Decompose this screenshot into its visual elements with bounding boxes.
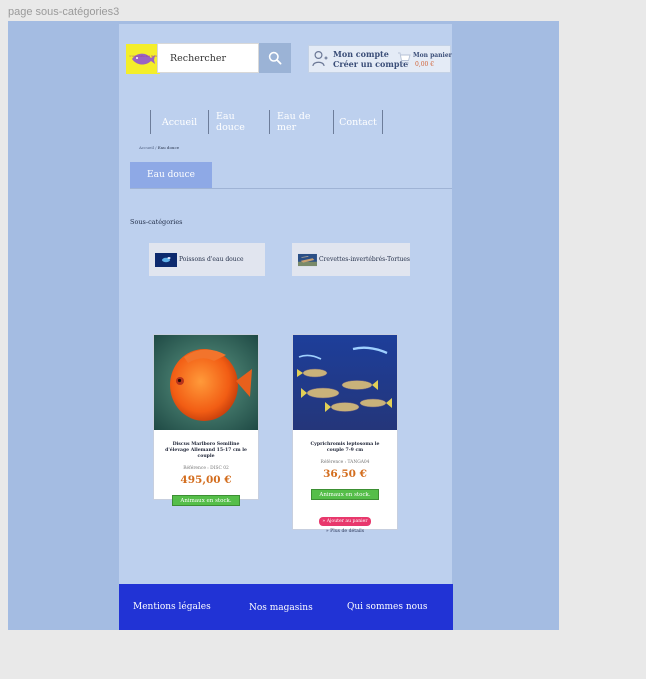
product-price: 36,50 € <box>323 468 367 480</box>
site-logo[interactable] <box>126 44 160 74</box>
product-details-link[interactable]: » Plus de détails <box>293 529 397 534</box>
search-button[interactable] <box>259 43 291 73</box>
stock-badge: Animaux en stock. <box>311 489 379 500</box>
page-label: page sous-catégories3 <box>8 6 120 18</box>
page-canvas: L'Aquarelle des mers Mon compte Créer un… <box>8 21 559 630</box>
subcategory-crevettes-invertebres-tortues[interactable]: Crevettes-invertébrés-Tortues <box>292 243 410 276</box>
account-bar: Mon compte Créer un compte Mon panier 0,… <box>308 45 452 73</box>
subcategory-label: Poissons d'eau douce <box>179 256 244 263</box>
my-account-link[interactable]: Mon compte <box>333 49 389 59</box>
nav-item-accueil[interactable]: Accueil <box>150 110 208 134</box>
user-plus-icon <box>312 50 328 67</box>
site-container: L'Aquarelle des mers Mon compte Créer un… <box>119 24 453 630</box>
product-name[interactable]: Discus Marlboro Semiline d'élevage Allem… <box>154 442 258 460</box>
footer: Mentions légales Nos magasins Qui sommes… <box>119 584 453 630</box>
product-card: Discus Marlboro Semiline d'élevage Allem… <box>153 334 259 506</box>
subcategory-thumbnail <box>155 252 177 267</box>
product-price: 495,00 € <box>180 474 232 486</box>
product-reference: Référence : TANGA04 <box>320 460 370 465</box>
logo-fish-icon <box>132 53 155 65</box>
cart-total: 0,00 € <box>415 61 435 68</box>
logo-text: L'Aquarelle des mers <box>129 55 158 58</box>
nav-item-contact[interactable]: Contact <box>333 110 383 134</box>
cart-label[interactable]: Mon panier <box>413 52 452 59</box>
product-image-discus[interactable] <box>154 335 258 430</box>
main-nav: Accueil Eau douce Eau de mer Contact <box>150 110 383 134</box>
subcategory-poissons-eau-douce[interactable]: Poissons d'eau douce <box>149 243 265 276</box>
cart-icon[interactable] <box>397 51 411 65</box>
breadcrumb-home[interactable]: Accueil <box>139 145 154 150</box>
add-to-cart-button[interactable]: » Ajouter au panier <box>319 517 371 526</box>
subcategory-thumbnail <box>298 253 317 266</box>
product-reference: Référence : DISC 02 <box>183 466 229 471</box>
subcategory-label: Crevettes-invertébrés-Tortues <box>318 256 410 263</box>
stock-badge: Animaux en stock. <box>172 495 240 506</box>
product-card: Cyprichromis leptosoma le couple 7-9 cm … <box>292 334 398 534</box>
footer-link-qui-sommes-nous[interactable]: Qui sommes nous <box>347 602 427 612</box>
subcategories-heading: Sous-catégories <box>130 218 183 226</box>
footer-link-nos-magasins[interactable]: Nos magasins <box>249 603 313 613</box>
product-image-cyprichromis[interactable] <box>293 335 397 430</box>
search-input[interactable] <box>158 44 258 72</box>
footer-link-mentions-legales[interactable]: Mentions légales <box>133 602 211 612</box>
title-divider <box>130 188 452 189</box>
search-box <box>157 43 259 73</box>
nav-item-eau-douce[interactable]: Eau douce <box>208 110 269 134</box>
search-icon <box>268 51 282 65</box>
nav-item-eau-de-mer[interactable]: Eau de mer <box>269 110 333 134</box>
product-name[interactable]: Cyprichromis leptosoma le couple 7-9 cm <box>293 442 397 454</box>
breadcrumb: Accueil / Eau douce <box>139 145 179 150</box>
breadcrumb-current: Eau douce <box>157 145 180 150</box>
page-title: Eau douce <box>130 162 212 188</box>
